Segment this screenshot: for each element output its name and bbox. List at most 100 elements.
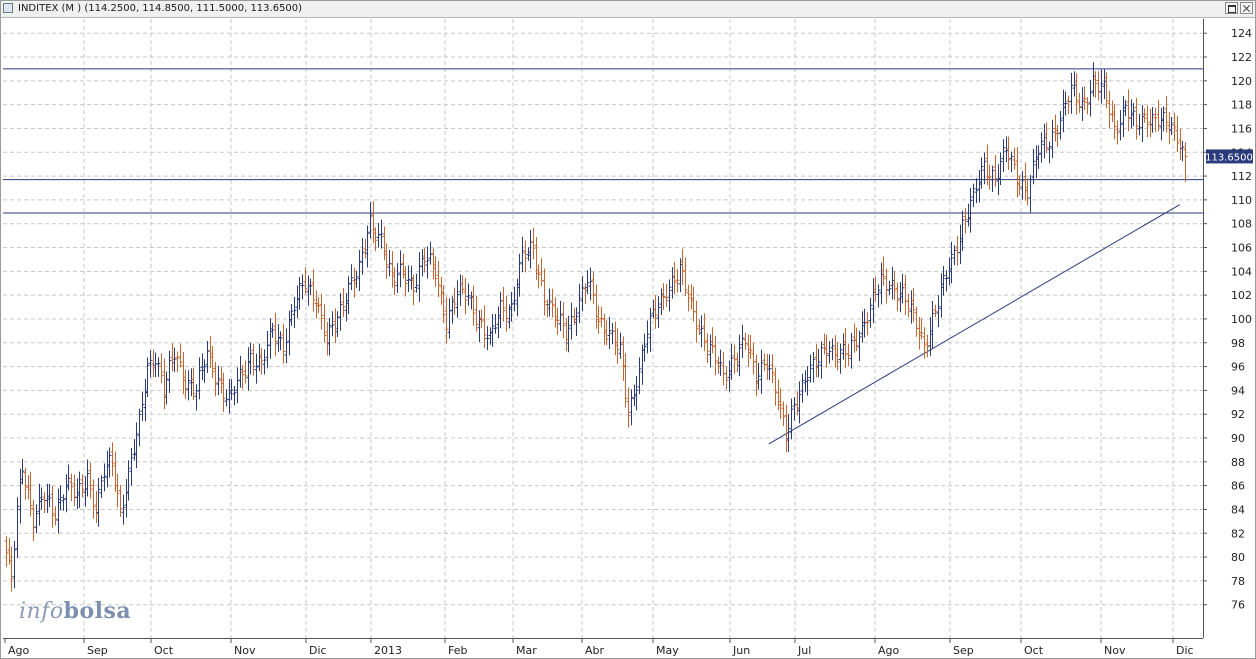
- ohlc-bar: [626, 387, 631, 428]
- ohlc-bar: [335, 311, 340, 338]
- ohlc-bar: [507, 304, 512, 329]
- ohlc-bar: [1126, 89, 1131, 132]
- ohlc-bar: [455, 280, 460, 318]
- ohlc-bar: [933, 304, 938, 318]
- ohlc-bar: [229, 379, 234, 400]
- y-tick-label: 78: [1231, 575, 1245, 588]
- ohlc-bar: [574, 307, 579, 336]
- ohlc-bar: [661, 283, 666, 310]
- ohlc-bar: [824, 334, 829, 368]
- ohlc-bar: [9, 546, 14, 592]
- ohlc-bar: [881, 256, 886, 286]
- ohlc-bar: [205, 340, 210, 374]
- ohlc-bar: [816, 348, 821, 378]
- ohlc-bar: [341, 287, 346, 317]
- ohlc-bar: [411, 274, 416, 306]
- y-tick-label: 94: [1231, 384, 1245, 397]
- ohlc-bar: [1006, 136, 1011, 170]
- ohlc-bar: [156, 357, 161, 377]
- ohlc-bar: [1039, 132, 1044, 163]
- ohlc-bar: [580, 276, 585, 312]
- ohlc-bar: [615, 328, 620, 364]
- ohlc-bar: [721, 352, 726, 386]
- ohlc-bar: [387, 249, 392, 277]
- ohlc-bar: [672, 261, 677, 295]
- ohlc-bar: [210, 345, 215, 379]
- ohlc-bar: [914, 306, 919, 337]
- ohlc-bar: [34, 504, 39, 534]
- ohlc-bar: [1140, 105, 1145, 142]
- ohlc-bar: [1112, 103, 1117, 140]
- price-chart: 76 78 80 82 84 86 88 90 92 94 96 98 100 102 104 106 108 1…: [3, 19, 1253, 657]
- ohlc-bar: [795, 391, 800, 416]
- chart-window: INDITEX (M ) (114.2500, 114.8500, 111.50…: [0, 0, 1256, 659]
- ohlc-bar: [96, 477, 101, 527]
- ohlc-bar: [852, 323, 857, 353]
- ohlc-bar: [314, 290, 319, 319]
- y-tick-label: 100: [1231, 313, 1252, 326]
- ohlc-bar: [748, 334, 753, 359]
- ohlc-bar: [311, 269, 316, 312]
- ohlc-bar: [653, 295, 658, 329]
- ohlc-bar: [618, 332, 623, 359]
- ohlc-bar: [955, 236, 960, 266]
- ohlc-bar: [153, 352, 158, 377]
- ohlc-bar: [167, 350, 172, 393]
- ohlc-bar: [998, 152, 1003, 186]
- ohlc-bar: [811, 351, 816, 383]
- ohlc-bar: [656, 296, 661, 328]
- ohlc-bar: [360, 237, 365, 275]
- x-tick-label: Feb: [448, 644, 467, 657]
- y-tick-label: 110: [1231, 194, 1252, 207]
- ohlc-bar: [718, 349, 723, 376]
- ohlc-bar: [202, 359, 207, 383]
- ohlc-bar: [1118, 110, 1123, 141]
- ohlc-bar: [637, 357, 642, 395]
- ohlc-bar: [99, 475, 104, 499]
- ohlc-bar: [1175, 116, 1180, 153]
- ohlc-bar: [1137, 113, 1142, 136]
- y-tick-label: 80: [1231, 551, 1245, 564]
- ohlc-bar: [746, 334, 751, 367]
- ohlc-bar: [37, 483, 42, 526]
- ohlc-bar: [594, 284, 599, 329]
- x-tick-label: Nov: [1104, 644, 1126, 657]
- ohlc-bar: [327, 317, 332, 356]
- ohlc-bar: [819, 341, 824, 379]
- last-price-badge: 113.6500: [1205, 149, 1253, 164]
- ohlc-bar: [1031, 149, 1036, 185]
- ohlc-bar: [767, 354, 772, 380]
- ohlc-bar: [268, 318, 273, 359]
- ohlc-bar: [1023, 162, 1028, 201]
- x-tick-label: May: [656, 644, 679, 657]
- ohlc-bar: [613, 321, 618, 356]
- ohlc-bar: [64, 474, 69, 513]
- ohlc-bar: [164, 371, 169, 405]
- ohlc-bar: [705, 333, 710, 364]
- ohlc-bar: [564, 318, 569, 352]
- ohlc-bar: [1001, 139, 1006, 173]
- y-tick-label: 122: [1231, 51, 1252, 64]
- ohlc-bar: [262, 349, 267, 375]
- ohlc-bar: [727, 360, 732, 392]
- ohlc-bar: [689, 284, 694, 310]
- ohlc-bar: [841, 333, 846, 360]
- ohlc-bar: [759, 349, 764, 394]
- y-tick-label: 102: [1231, 289, 1252, 302]
- ohlc-bar: [26, 475, 31, 500]
- ohlc-bar: [243, 360, 248, 384]
- ohlc-bar: [278, 331, 283, 351]
- ohlc-bar: [838, 343, 843, 374]
- y-tick-label: 108: [1231, 218, 1252, 231]
- ohlc-bar: [713, 335, 718, 376]
- y-tick-label: 84: [1231, 503, 1245, 516]
- ohlc-bar: [333, 308, 338, 343]
- ohlc-bar: [1017, 175, 1022, 196]
- ohlc-bar: [1180, 140, 1185, 162]
- ohlc-bar: [129, 447, 134, 486]
- ohlc-bar: [398, 250, 403, 288]
- ohlc-bar: [232, 386, 237, 406]
- ohlc-bar: [849, 332, 854, 369]
- ohlc-bar: [664, 283, 669, 307]
- ohlc-bar: [292, 296, 297, 328]
